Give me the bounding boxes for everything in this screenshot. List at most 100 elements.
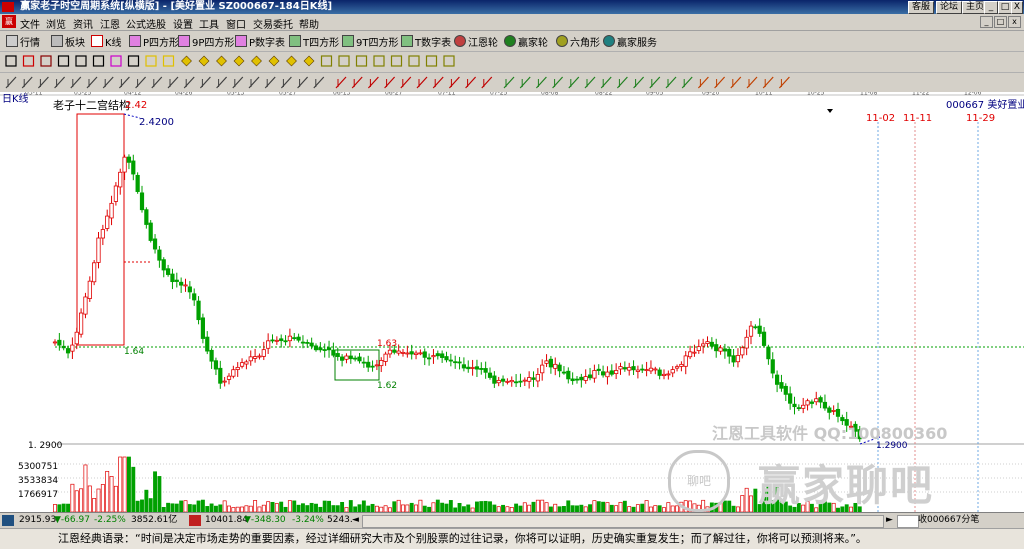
kline-chart[interactable]: 03-11 03-25 04-12 04-26 05-13 05-27 06-13 06-27…	[0, 92, 1024, 512]
candle-body[interactable]	[500, 378, 506, 382]
candle-body[interactable]	[248, 356, 253, 362]
candle-body[interactable]	[335, 353, 340, 357]
candle-body[interactable]	[644, 369, 649, 371]
candle-body[interactable]	[179, 281, 184, 286]
candle-body[interactable]	[718, 347, 723, 352]
candle-body[interactable]	[448, 359, 453, 362]
candle-body[interactable]	[496, 380, 501, 384]
candle-body[interactable]	[792, 403, 797, 408]
candle-body[interactable]	[561, 371, 567, 374]
candle-body[interactable]	[518, 380, 523, 383]
candle-body[interactable]	[818, 397, 823, 403]
candle-body[interactable]	[418, 352, 423, 355]
toolbar-gann-wheel-button[interactable]: 江恩轮	[454, 34, 498, 49]
candle-body[interactable]	[96, 237, 101, 263]
candle-body[interactable]	[165, 268, 171, 275]
candle-body[interactable]	[709, 341, 714, 347]
candle-body[interactable]	[692, 351, 697, 354]
candle-body[interactable]	[222, 380, 227, 383]
candle-body[interactable]	[196, 300, 201, 321]
candle-body[interactable]	[122, 156, 127, 173]
candle-body[interactable]	[139, 192, 145, 211]
candle-body[interactable]	[809, 401, 815, 404]
menu-window[interactable]: 窗口	[226, 16, 246, 31]
candle-body[interactable]	[244, 361, 249, 365]
candle-body[interactable]	[835, 408, 841, 417]
candle-body[interactable]	[757, 325, 762, 334]
candle-body[interactable]	[453, 361, 458, 364]
candle-body[interactable]	[261, 349, 266, 357]
candle-body[interactable]	[740, 347, 745, 356]
candle-body[interactable]	[279, 338, 284, 342]
candle-body[interactable]	[144, 209, 149, 225]
candle-body[interactable]	[92, 262, 97, 283]
candle-body[interactable]	[583, 376, 588, 381]
candle-body[interactable]	[557, 364, 562, 372]
candle-body[interactable]	[113, 185, 118, 202]
menu-formula[interactable]: 公式选股	[126, 16, 166, 31]
candle-body[interactable]	[592, 370, 597, 379]
candle-body[interactable]	[618, 366, 623, 370]
candle-body[interactable]	[587, 374, 593, 379]
candle-body[interactable]	[466, 366, 471, 370]
child-restore-button[interactable]: □	[994, 16, 1007, 28]
zoom-out-button[interactable]	[897, 515, 919, 528]
candle-body[interactable]	[400, 351, 406, 354]
candle-body[interactable]	[374, 364, 380, 367]
candle-body[interactable]	[383, 353, 388, 362]
candle-body[interactable]	[366, 361, 371, 368]
candle-body[interactable]	[161, 259, 166, 271]
candle-body[interactable]	[783, 385, 788, 395]
candle-body[interactable]	[801, 404, 806, 409]
candle-body[interactable]	[705, 341, 710, 344]
candle-body[interactable]	[701, 343, 706, 347]
candle-body[interactable]	[353, 357, 358, 360]
candle-body[interactable]	[331, 349, 336, 356]
candle-body[interactable]	[239, 362, 245, 367]
candle-body[interactable]	[131, 160, 136, 175]
toolbar-9t-square-button[interactable]: 9T四方形	[342, 34, 398, 49]
candle-body[interactable]	[313, 345, 319, 351]
candle-body[interactable]	[105, 215, 110, 229]
candle-body[interactable]	[413, 352, 419, 355]
tick-detail-label[interactable]: 收000667分笔	[918, 513, 979, 528]
candle-body[interactable]	[688, 351, 693, 358]
candle-body[interactable]	[296, 336, 301, 341]
candle-body[interactable]	[235, 366, 240, 370]
candle-body[interactable]	[635, 369, 641, 372]
candle-body[interactable]	[766, 346, 771, 360]
candle-body[interactable]	[527, 377, 532, 382]
toolbar-t-table-button[interactable]: T数字表	[401, 34, 451, 49]
toolbar-kline-button[interactable]: K线	[91, 34, 122, 49]
candle-body[interactable]	[305, 342, 310, 344]
candle-body[interactable]	[566, 370, 571, 380]
candle-body[interactable]	[83, 296, 88, 315]
candle-body[interactable]	[266, 340, 271, 349]
candle-body[interactable]	[779, 382, 784, 389]
candle-body[interactable]	[126, 156, 132, 163]
scroll-right-icon[interactable]: ►	[886, 513, 893, 528]
candle-body[interactable]	[487, 372, 493, 378]
candle-body[interactable]	[174, 279, 179, 282]
menu-file[interactable]: 文件	[20, 16, 40, 31]
menu-browse[interactable]: 浏览	[46, 16, 66, 31]
candle-body[interactable]	[731, 355, 736, 363]
candle-body[interactable]	[570, 378, 575, 382]
candle-body[interactable]	[200, 317, 205, 339]
candle-body[interactable]	[814, 398, 819, 403]
candle-body[interactable]	[753, 326, 758, 329]
candle-body[interactable]	[683, 355, 688, 367]
candle-body[interactable]	[422, 351, 427, 358]
candle-body[interactable]	[761, 331, 767, 346]
scroll-left-icon[interactable]: ◄	[352, 513, 359, 528]
candle-body[interactable]	[52, 341, 58, 344]
candle-body[interactable]	[674, 366, 680, 369]
candle-body[interactable]	[535, 374, 540, 382]
candle-body[interactable]	[322, 349, 327, 351]
forum-button[interactable]: 论坛	[936, 1, 963, 14]
maximize-button[interactable]: □	[998, 1, 1012, 14]
candle-body[interactable]	[292, 337, 297, 340]
candle-body[interactable]	[70, 344, 75, 352]
candle-body[interactable]	[631, 366, 636, 371]
candle-body[interactable]	[74, 331, 79, 345]
